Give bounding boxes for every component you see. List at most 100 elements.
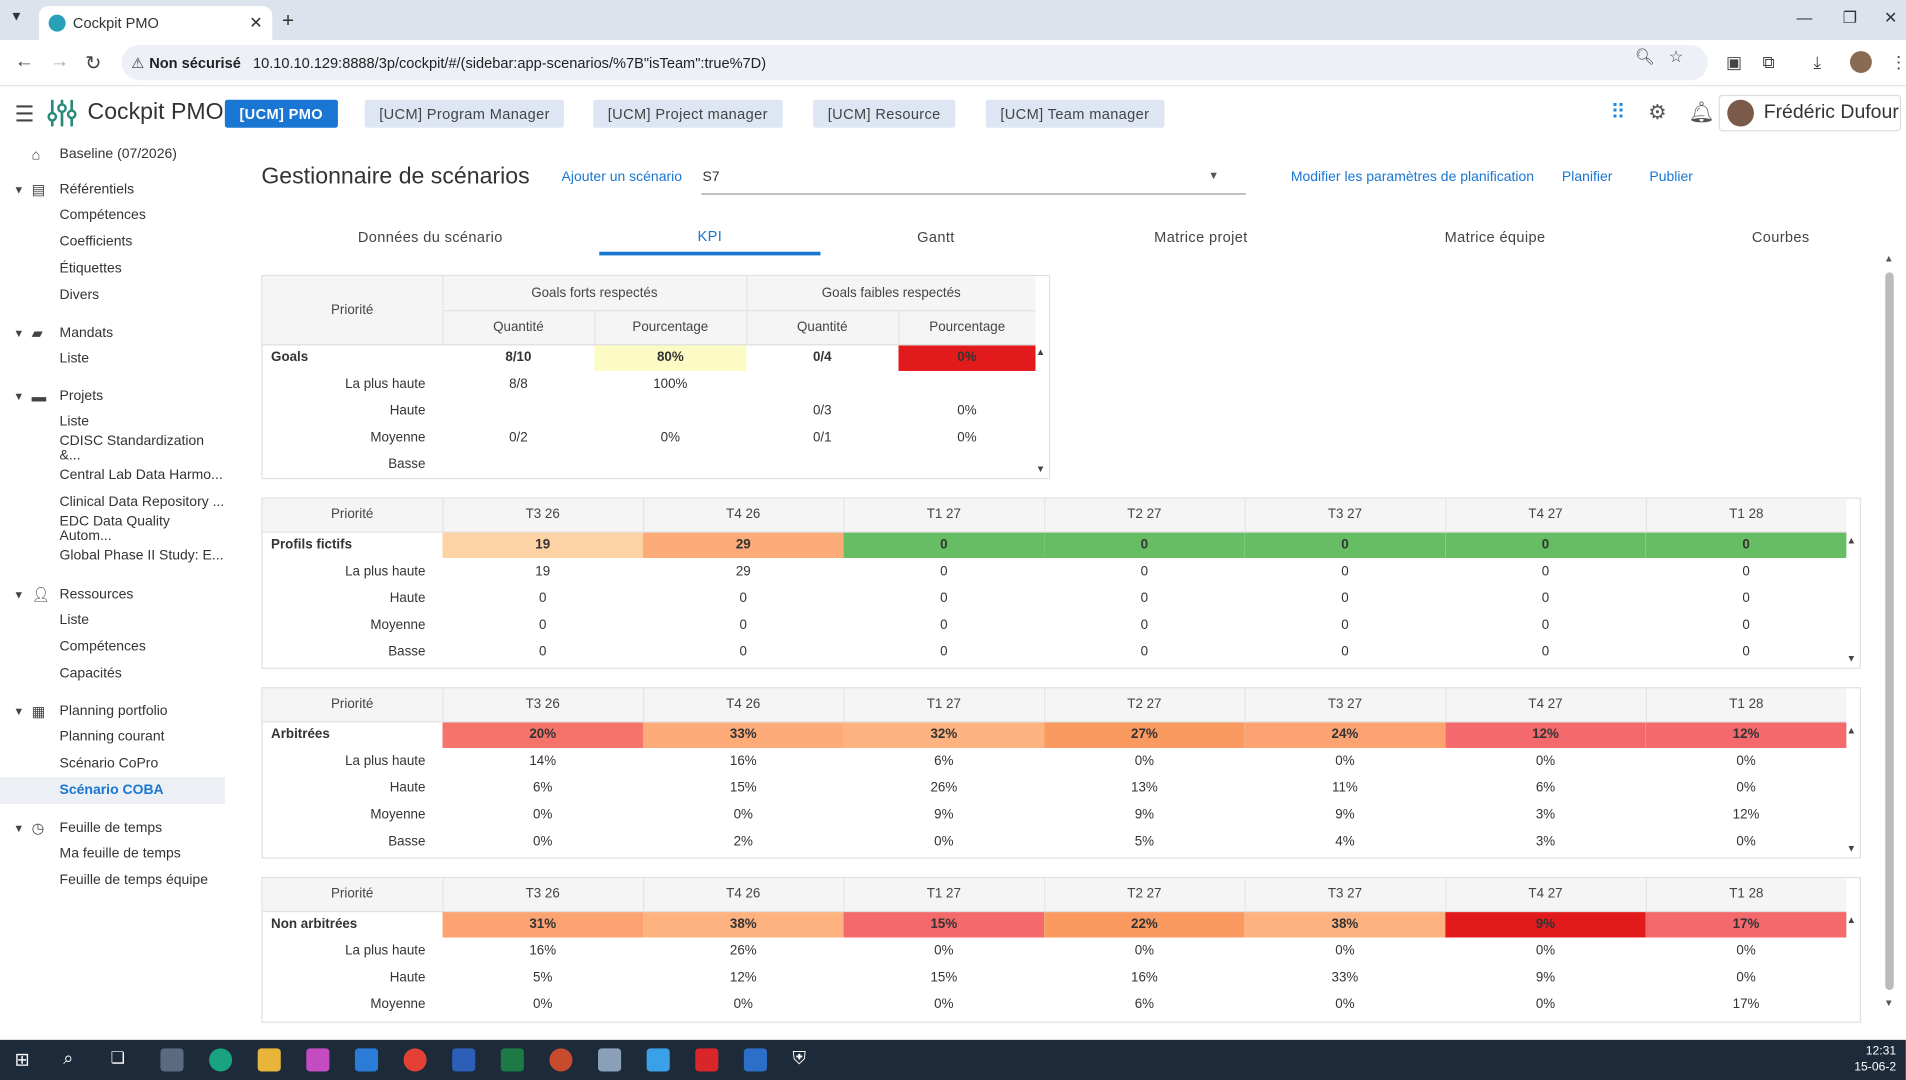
scroll-down-icon[interactable]: ▼ bbox=[1846, 843, 1856, 854]
tab-matrice-equipe[interactable]: Matrice équipe bbox=[1404, 219, 1586, 255]
table-row: Basse bbox=[263, 451, 1036, 478]
bookmark-star-icon[interactable]: ☆ bbox=[1669, 47, 1683, 66]
modify-params-link[interactable]: Modifier les paramètres de planification bbox=[1291, 170, 1534, 185]
role-resource-button[interactable]: [UCM] Resource bbox=[813, 99, 956, 128]
paint-icon[interactable] bbox=[598, 1048, 622, 1072]
m365-icon[interactable] bbox=[306, 1048, 330, 1072]
scroll-down-icon[interactable]: ▼ bbox=[1884, 997, 1894, 1008]
scroll-up-icon[interactable]: ▲ bbox=[1846, 915, 1856, 926]
tab-kpi[interactable]: KPI bbox=[599, 219, 821, 256]
notification-bell-icon[interactable]: 🔔︎ bbox=[1688, 101, 1714, 125]
role-team-manager-button[interactable]: [UCM] Team manager bbox=[985, 99, 1164, 128]
sidebar-item-feuille-equipe[interactable]: Feuille de temps équipe bbox=[0, 867, 225, 894]
scenario-select[interactable]: S7 ▼ bbox=[701, 162, 1246, 195]
sidebar-item-project[interactable]: Central Lab Data Harmo... bbox=[0, 462, 225, 489]
user-menu[interactable]: Frédéric Dufour bbox=[1718, 94, 1902, 132]
restore-icon[interactable]: ❐ bbox=[1843, 9, 1857, 28]
chrome-icon[interactable] bbox=[403, 1048, 427, 1072]
acrobat-icon[interactable] bbox=[695, 1048, 719, 1072]
person-icon: 👤︎ bbox=[31, 586, 51, 604]
zoom-icon[interactable]: 🔍︎ bbox=[1635, 47, 1655, 66]
sidebar-group-mandats[interactable]: ▼ ▰ Mandats bbox=[0, 320, 225, 347]
sidebar-item-mandats-liste[interactable]: Liste bbox=[0, 345, 225, 372]
page-scrollbar[interactable]: ▲ ▼ bbox=[1884, 253, 1895, 1009]
scroll-up-icon[interactable]: ▲ bbox=[1036, 347, 1046, 358]
sidebar: ⌂ Baseline (07/2026) ▼ ▤ Référentiels Co… bbox=[0, 139, 225, 1040]
scrollbar-thumb[interactable] bbox=[1885, 272, 1894, 990]
tab-donnees[interactable]: Données du scénario bbox=[316, 219, 545, 255]
sidebar-item-capacites[interactable]: Capacités bbox=[0, 660, 225, 687]
sidebar-group-referentiels[interactable]: ▼ ▤ Référentiels bbox=[0, 176, 225, 203]
sidebar-group-planning[interactable]: ▼ ▦ Planning portfolio bbox=[0, 698, 225, 725]
tab-courbes[interactable]: Courbes bbox=[1720, 219, 1842, 255]
reload-icon[interactable]: ↻ bbox=[85, 51, 101, 75]
quarter-header: T4 26 bbox=[642, 688, 844, 722]
table-cell bbox=[898, 371, 1035, 398]
download-icon[interactable]: ⤓ bbox=[1814, 52, 1822, 73]
outlook-icon[interactable] bbox=[354, 1048, 379, 1072]
browser-tab[interactable]: Cockpit PMO ✕ bbox=[38, 6, 273, 41]
file-explorer-icon[interactable] bbox=[257, 1048, 281, 1072]
word-icon[interactable] bbox=[452, 1048, 476, 1072]
forward-icon[interactable]: → bbox=[50, 51, 69, 73]
role-project-manager-button[interactable]: [UCM] Project manager bbox=[593, 99, 783, 128]
add-scenario-link[interactable]: Ajouter un scénario bbox=[562, 170, 682, 185]
search-icon[interactable]: ⌕ bbox=[63, 1048, 86, 1071]
tab-search-icon[interactable]: ▼ bbox=[10, 10, 23, 25]
tab-matrice-projet[interactable]: Matrice projet bbox=[1112, 219, 1289, 255]
sidebar-group-projets[interactable]: ▼ ▬ Projets bbox=[0, 383, 225, 410]
sidebar-item-ma-feuille[interactable]: Ma feuille de temps bbox=[0, 840, 225, 867]
task-view-icon[interactable]: ❏ bbox=[111, 1048, 134, 1071]
browser-menu-icon[interactable]: ⋮ bbox=[1890, 52, 1906, 73]
settings-gear-icon[interactable]: ⚙ bbox=[1648, 101, 1667, 125]
sidebar-item-project[interactable]: Global Phase II Study: E... bbox=[0, 542, 225, 569]
sidebar-group-feuille[interactable]: ▼ ◷ Feuille de temps bbox=[0, 815, 225, 842]
table-cell: 12% bbox=[1645, 721, 1847, 748]
briefcase-icon: ▰ bbox=[31, 324, 43, 342]
edge-icon[interactable] bbox=[209, 1048, 233, 1072]
role-pmo-button[interactable]: [UCM] PMO bbox=[224, 99, 338, 128]
sidebar-item-project[interactable]: EDC Data Quality Autom... bbox=[0, 514, 225, 543]
calculator-icon[interactable] bbox=[160, 1048, 184, 1072]
sidebar-item-baseline[interactable]: ⌂ Baseline (07/2026) bbox=[0, 141, 225, 168]
cast-icon[interactable]: ▣ bbox=[1726, 52, 1742, 73]
security-shield-icon[interactable]: ⛨ bbox=[793, 1048, 816, 1071]
minimize-icon[interactable]: — bbox=[1797, 9, 1813, 27]
profile-avatar[interactable] bbox=[1849, 51, 1872, 73]
publish-link[interactable]: Publier bbox=[1649, 170, 1693, 185]
extensions-icon[interactable]: ⧉ bbox=[1762, 52, 1774, 73]
sidebar-item-project[interactable]: Clinical Data Repository ... bbox=[0, 489, 225, 516]
sidebar-item-divers[interactable]: Divers bbox=[0, 282, 225, 309]
photos-icon[interactable] bbox=[646, 1048, 670, 1072]
omnibox[interactable]: ⚠ Non sécurisé 10.10.10.129:8888/3p/cock… bbox=[121, 44, 1708, 81]
scroll-up-icon[interactable]: ▲ bbox=[1846, 535, 1856, 546]
sidebar-item-coefficients[interactable]: Coefficients bbox=[0, 229, 225, 256]
sidebar-item-ressources-competences[interactable]: Compétences bbox=[0, 634, 225, 661]
sidebar-group-ressources[interactable]: ▼ 👤︎ Ressources bbox=[0, 581, 225, 608]
role-program-manager-button[interactable]: [UCM] Program Manager bbox=[364, 99, 565, 128]
webex-icon[interactable] bbox=[743, 1048, 767, 1072]
scroll-up-icon[interactable]: ▲ bbox=[1884, 253, 1894, 264]
sidebar-item-scenario-copro[interactable]: Scénario CoPro bbox=[0, 750, 225, 777]
menu-icon[interactable]: ☰ bbox=[15, 102, 35, 128]
apps-grid-icon[interactable]: ⠿ bbox=[1611, 101, 1626, 125]
scroll-down-icon[interactable]: ▼ bbox=[1846, 653, 1856, 664]
scroll-up-icon[interactable]: ▲ bbox=[1846, 725, 1856, 736]
sidebar-item-etiquettes[interactable]: Étiquettes bbox=[0, 255, 225, 282]
sidebar-item-scenario-coba[interactable]: Scénario COBA bbox=[0, 777, 225, 804]
close-tab-icon[interactable]: ✕ bbox=[249, 13, 262, 32]
back-icon[interactable]: ← bbox=[15, 51, 34, 73]
sidebar-item-projets-liste[interactable]: Liste bbox=[0, 409, 225, 436]
plan-link[interactable]: Planifier bbox=[1562, 170, 1613, 185]
sidebar-item-ressources-liste[interactable]: Liste bbox=[0, 607, 225, 634]
scroll-down-icon[interactable]: ▼ bbox=[1036, 463, 1046, 474]
tab-gantt[interactable]: Gantt bbox=[875, 219, 997, 255]
new-tab-icon[interactable]: + bbox=[282, 9, 294, 33]
sidebar-item-project[interactable]: CDISC Standardization &... bbox=[0, 434, 225, 463]
powerpoint-icon[interactable] bbox=[549, 1048, 573, 1072]
sidebar-item-planning-courant[interactable]: Planning courant bbox=[0, 724, 225, 751]
excel-icon[interactable] bbox=[500, 1048, 524, 1072]
windows-start-icon[interactable]: ⊞ bbox=[15, 1048, 38, 1071]
close-window-icon[interactable]: ✕ bbox=[1884, 9, 1897, 28]
sidebar-item-competences[interactable]: Compétences bbox=[0, 202, 225, 229]
